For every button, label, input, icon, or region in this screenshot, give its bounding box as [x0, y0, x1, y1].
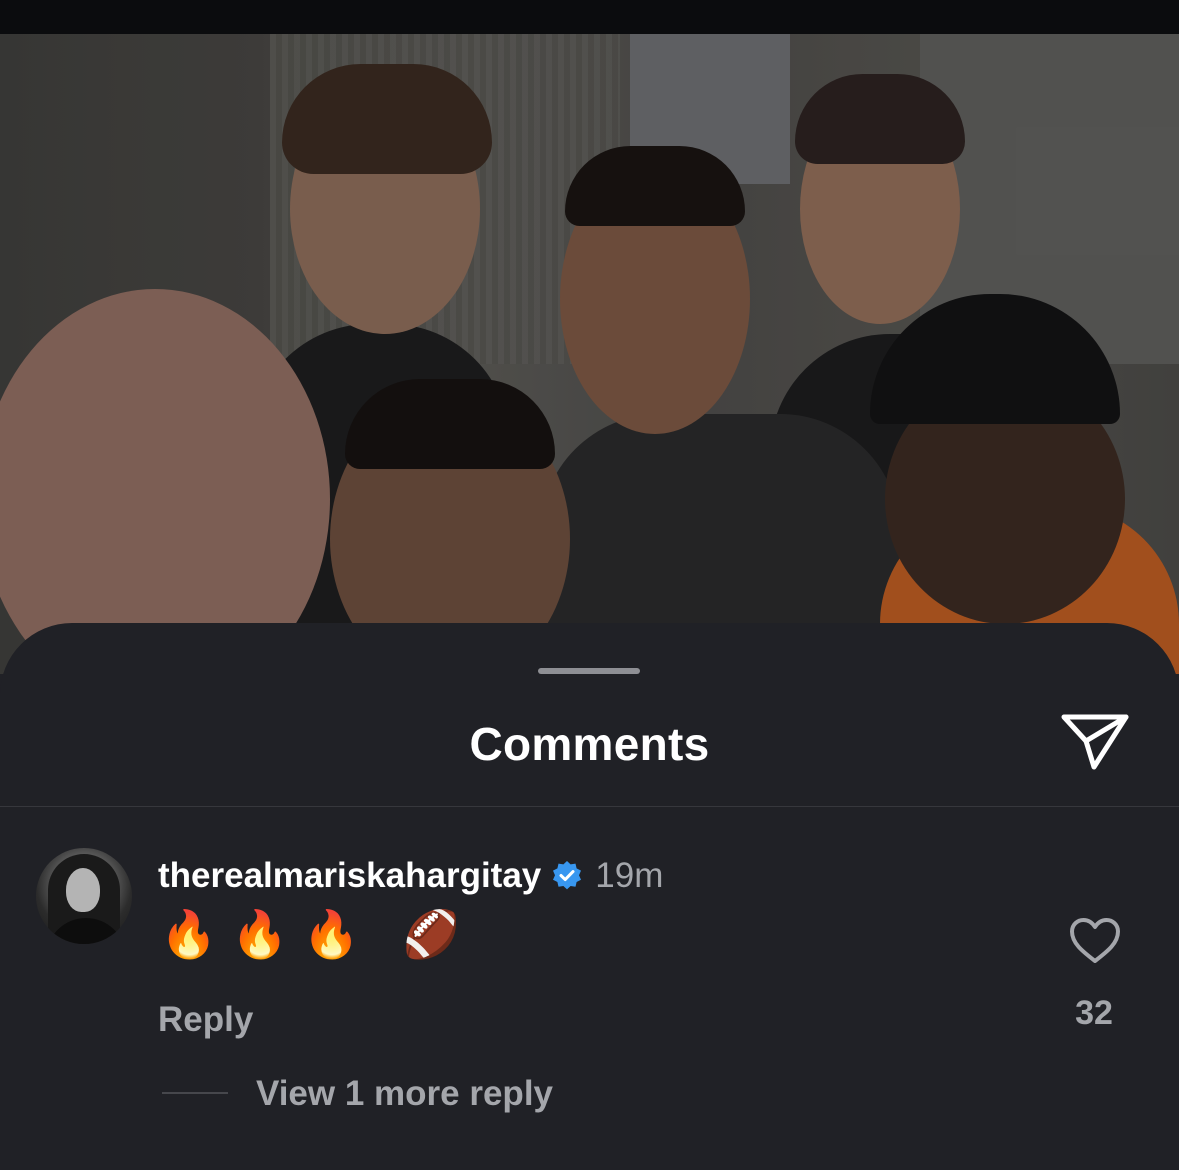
comment-username[interactable]: therealmariskahargitay	[158, 856, 541, 896]
sheet-title: Comments	[469, 718, 710, 770]
share-button[interactable]	[1058, 707, 1132, 771]
send-icon	[1061, 714, 1129, 770]
avatar-face	[66, 868, 100, 912]
avatar[interactable]	[36, 848, 132, 944]
like-count: 32	[1075, 994, 1113, 1032]
comment-text: 🔥🔥🔥 🏈	[160, 907, 474, 961]
photo-dim-overlay	[0, 34, 1179, 674]
header-divider	[0, 806, 1179, 807]
comment-item: therealmariskahargitay 19m 🔥🔥🔥 🏈 Reply 3…	[0, 848, 1179, 1048]
reply-thread-line	[162, 1092, 228, 1094]
comment-header: therealmariskahargitay 19m	[158, 852, 663, 900]
status-bar	[0, 0, 1179, 34]
app-root: Comments therealmariskahargitay 19m 🔥🔥🔥 …	[0, 0, 1179, 1170]
verified-badge-icon	[553, 861, 582, 890]
sheet-grabber[interactable]	[538, 668, 640, 674]
post-photo	[0, 34, 1179, 674]
comments-sheet: Comments therealmariskahargitay 19m 🔥🔥🔥 …	[0, 623, 1179, 1170]
view-more-replies-label: View 1 more reply	[256, 1074, 554, 1113]
view-more-replies[interactable]: View 1 more reply	[0, 1070, 1179, 1118]
comment-timestamp: 19m	[595, 856, 664, 895]
heart-icon	[1070, 918, 1120, 963]
like-button[interactable]	[1068, 916, 1122, 966]
reply-button[interactable]: Reply	[158, 1000, 253, 1040]
